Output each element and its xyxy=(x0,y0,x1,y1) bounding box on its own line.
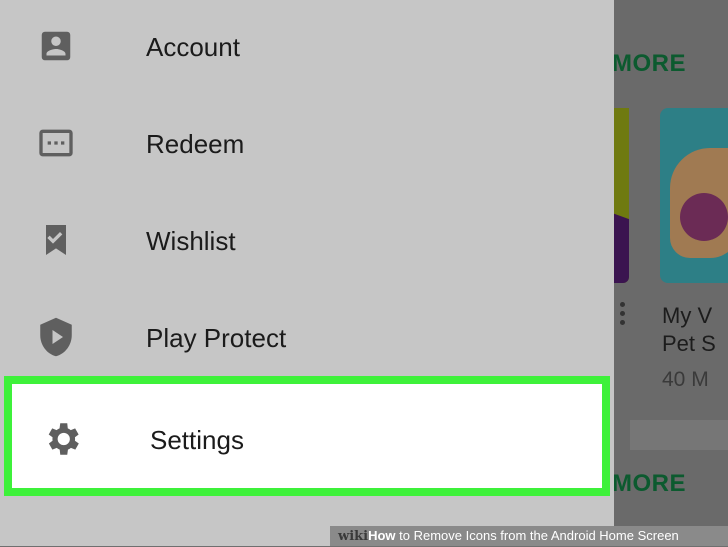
wiki-brand: wiki xyxy=(338,529,369,544)
caption-how: How xyxy=(368,528,396,543)
app-name: My V Pet S xyxy=(662,303,716,356)
drawer-item-settings[interactable]: Settings xyxy=(4,376,610,496)
drawer-item-label: Account xyxy=(146,32,240,62)
overflow-menu-icon[interactable] xyxy=(620,302,626,329)
drawer-item-label: Settings xyxy=(150,425,244,455)
section-divider xyxy=(630,420,728,450)
app-size: 40 M xyxy=(662,368,709,391)
shield-play-icon xyxy=(35,316,77,358)
gear-icon xyxy=(41,418,83,460)
drawer-item-play-protect[interactable]: Play Protect xyxy=(0,291,614,388)
caption-bar: wikiHow to Remove Icons from the Android… xyxy=(330,526,728,546)
redeem-card-icon xyxy=(35,122,77,164)
caption-title: to Remove Icons from the Android Home Sc… xyxy=(395,528,679,543)
more-link-top[interactable]: MORE xyxy=(612,50,686,78)
drawer-item-label: Redeem xyxy=(146,129,245,159)
wishlist-bookmark-icon xyxy=(35,219,77,261)
drawer-item-label: Play Protect xyxy=(146,323,287,353)
drawer-item-account[interactable]: Account xyxy=(0,0,614,97)
more-link-bottom[interactable]: MORE xyxy=(612,470,686,498)
drawer-item-wishlist[interactable]: Wishlist xyxy=(0,194,614,291)
drawer-item-label: Wishlist xyxy=(146,226,236,256)
drawer-item-redeem[interactable]: Redeem xyxy=(0,97,614,194)
pet-artwork-detail xyxy=(680,193,728,241)
app-card-thumbnail-pet[interactable] xyxy=(660,108,728,283)
navigation-drawer: Account Redeem Wishlist Play Protect Set… xyxy=(0,0,614,546)
account-box-icon xyxy=(35,25,77,67)
